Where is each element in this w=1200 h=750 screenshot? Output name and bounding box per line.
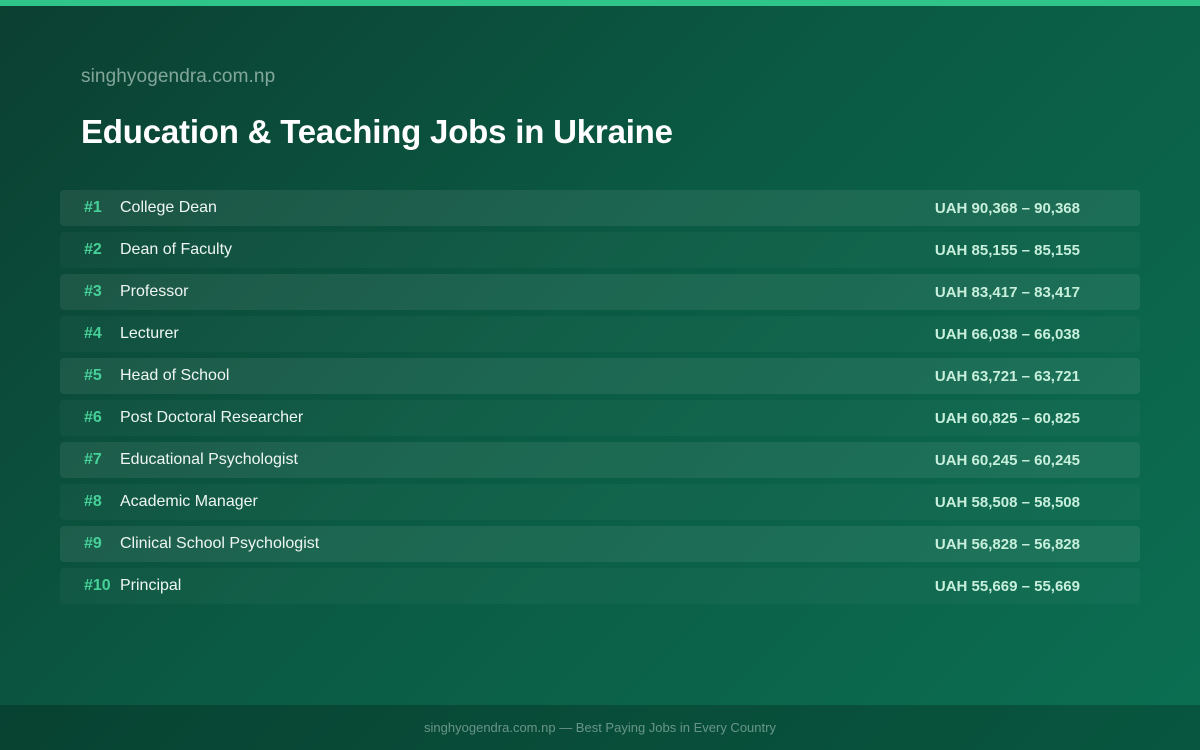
job-title: Educational Psychologist xyxy=(120,451,298,468)
footer: singhyogendra.com.np — Best Paying Jobs … xyxy=(0,705,1200,750)
job-title: Clinical School Psychologist xyxy=(120,535,320,552)
job-rank: #9 xyxy=(84,535,102,552)
job-title: Professor xyxy=(120,283,189,300)
job-row: #7 Educational Psychologist UAH 60,245 –… xyxy=(60,442,1140,478)
job-title: Post Doctoral Researcher xyxy=(120,409,304,426)
job-row: #3 Professor UAH 83,417 – 83,417 xyxy=(60,274,1140,310)
site-name: singhyogendra.com.np xyxy=(81,66,276,87)
job-salary: UAH 55,669 – 55,669 xyxy=(934,577,1080,595)
page-title: Education & Teaching Jobs in Ukraine xyxy=(81,113,673,150)
job-rank: #10 xyxy=(84,577,111,594)
job-rank: #7 xyxy=(84,451,102,468)
job-rank: #1 xyxy=(84,199,102,216)
job-row: #8 Academic Manager UAH 58,508 – 58,508 xyxy=(60,484,1140,520)
top-accent-bar xyxy=(0,0,1200,6)
job-title: Head of School xyxy=(120,367,230,384)
job-rank: #2 xyxy=(84,241,102,258)
job-row: #6 Post Doctoral Researcher UAH 60,825 –… xyxy=(60,400,1140,436)
job-rank: #6 xyxy=(84,409,102,426)
footer-text: singhyogendra.com.np — Best Paying Jobs … xyxy=(424,720,776,735)
job-title: College Dean xyxy=(120,199,217,216)
job-title: Principal xyxy=(120,577,182,594)
job-row: #9 Clinical School Psychologist UAH 56,8… xyxy=(60,526,1140,562)
job-salary: UAH 58,508 – 58,508 xyxy=(934,493,1080,511)
job-list: #1 College Dean UAH 90,368 – 90,368 #2 D… xyxy=(60,190,1140,610)
job-rank: #5 xyxy=(84,367,102,384)
job-salary: UAH 90,368 – 90,368 xyxy=(934,199,1080,217)
job-salary: UAH 60,245 – 60,245 xyxy=(934,451,1080,469)
job-row: #2 Dean of Faculty UAH 85,155 – 85,155 xyxy=(60,232,1140,268)
job-salary: UAH 63,721 – 63,721 xyxy=(934,367,1080,385)
job-row: #10 Principal UAH 55,669 – 55,669 xyxy=(60,568,1140,604)
job-salary: UAH 83,417 – 83,417 xyxy=(934,283,1080,301)
job-rank: #3 xyxy=(84,283,102,300)
job-title: Dean of Faculty xyxy=(120,241,233,258)
job-salary: UAH 60,825 – 60,825 xyxy=(934,409,1080,427)
job-salary: UAH 56,828 – 56,828 xyxy=(934,535,1080,553)
job-rank: #4 xyxy=(84,325,102,342)
job-salary: UAH 66,038 – 66,038 xyxy=(934,325,1080,343)
job-row: #4 Lecturer UAH 66,038 – 66,038 xyxy=(60,316,1140,352)
job-row: #5 Head of School UAH 63,721 – 63,721 xyxy=(60,358,1140,394)
job-title: Academic Manager xyxy=(120,493,258,510)
job-rank: #8 xyxy=(84,493,102,510)
job-title: Lecturer xyxy=(120,325,179,342)
job-row: #1 College Dean UAH 90,368 – 90,368 xyxy=(60,190,1140,226)
job-salary: UAH 85,155 – 85,155 xyxy=(934,241,1080,259)
